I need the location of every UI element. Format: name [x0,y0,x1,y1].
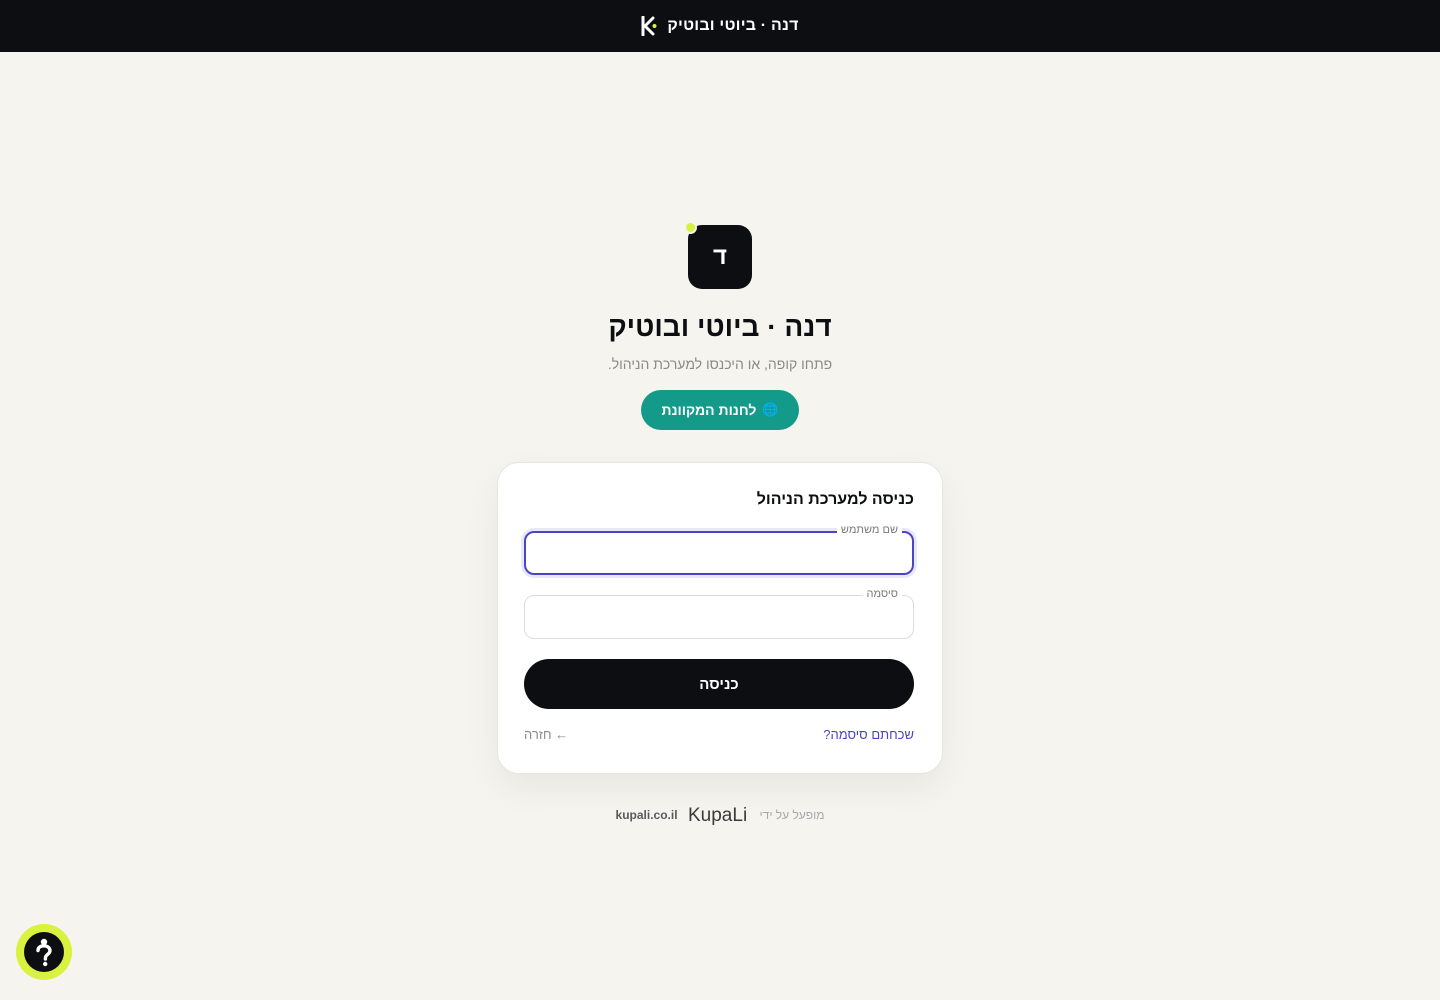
store-subtitle: פתחו קופה, או היכנסו למערכת הניהול. [607,356,833,372]
help-button-inner [24,932,64,972]
globe-icon: 🌐 [762,402,779,417]
forgot-password-link[interactable]: שכחתם סיסמה? [823,727,914,742]
online-store-button[interactable]: 🌐 לחנות המקוונת [641,390,799,430]
store-logo-initial: ד [713,243,727,270]
kupali-domain: kupali.co.il [615,808,678,822]
login-button[interactable]: כניסה [524,659,914,709]
login-page: ד דנה · ביוטי ובוטיק פתחו קופה, או היכנס… [0,0,1440,1000]
powered-by-label: מופעל על ידי [759,808,825,822]
username-input[interactable] [524,531,914,575]
online-store-label: לחנות המקוונת [661,402,757,418]
status-dot [684,221,697,234]
kupali-wordmark-logo: KupaLi [688,805,747,826]
password-input[interactable] [524,595,914,639]
login-card: כניסה למערכת הניהול שם משתמש סיסמה כניסה… [497,462,943,774]
login-title: כניסה למערכת הניהול [756,491,914,508]
kupali-wordmark-text: KupaLi [688,805,747,826]
powered-by: מופעל על ידי KupaLi kupali.co.il [616,804,825,826]
username-field: שם משתמש [524,523,914,575]
question-icon [36,938,52,967]
login-links: שכחתם סיסמה? ← חזרה [524,727,914,742]
back-link[interactable]: ← חזרה [524,727,568,742]
password-label: סיסמה [862,587,902,601]
password-field: סיסמה [524,587,914,639]
help-button[interactable] [16,924,72,980]
store-title: דנה · ביוטי ובוטיק [608,311,832,342]
store-logo: ד [684,221,752,289]
username-label: שם משתמש [836,523,902,537]
